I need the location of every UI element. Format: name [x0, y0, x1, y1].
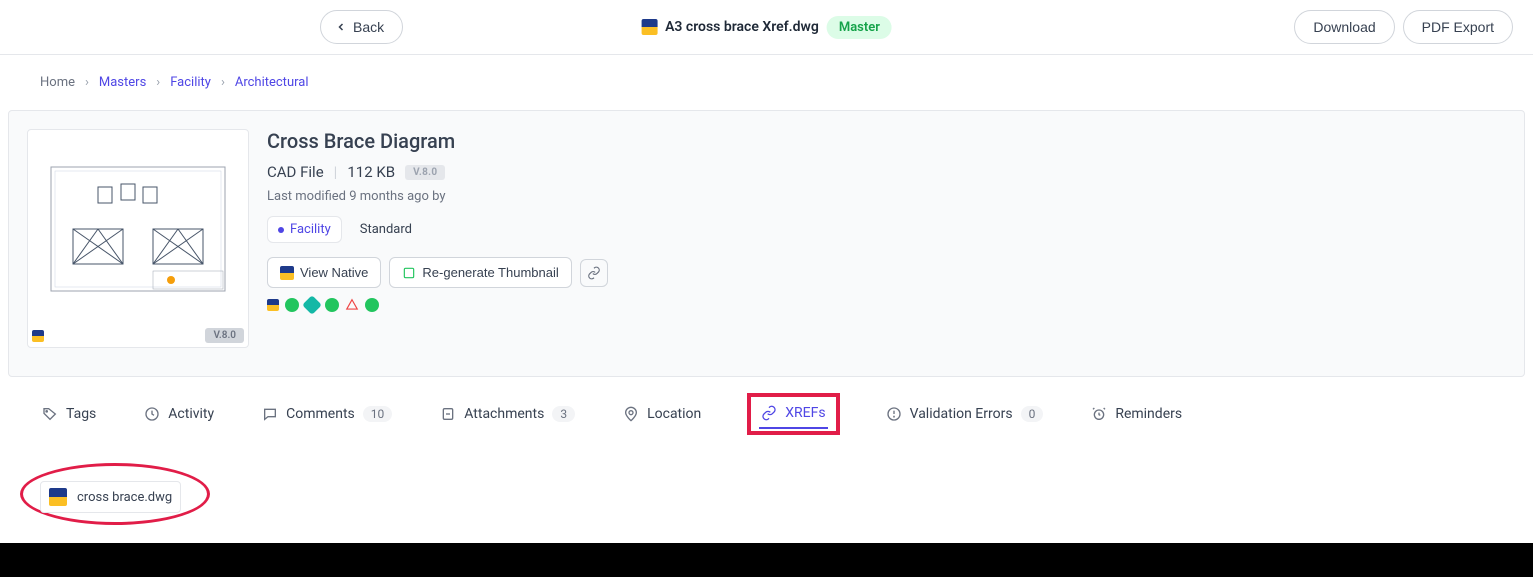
download-button[interactable]: Download [1294, 10, 1394, 44]
attachments-count: 3 [552, 406, 575, 422]
tab-xrefs[interactable]: XREFs [759, 399, 827, 429]
tab-validation-label: Validation Errors [910, 406, 1013, 422]
master-badge: Master [827, 16, 892, 39]
xref-area: cross brace.dwg [0, 441, 1533, 523]
attachment-icon [440, 406, 456, 422]
status-icons [267, 298, 608, 312]
detail-card: V.8.0 Cross Brace Diagram CAD File | 112… [8, 110, 1525, 377]
comments-count: 10 [363, 406, 393, 422]
status-check-icon [325, 298, 339, 312]
link-icon [587, 266, 601, 280]
thumbnail-footer: V.8.0 [32, 328, 244, 343]
tab-reminders-label: Reminders [1115, 406, 1182, 422]
thumb-version-badge: V.8.0 [205, 328, 244, 343]
title-center: A3 cross brace Xref.dwg Master [641, 16, 892, 39]
tab-location-label: Location [647, 406, 701, 422]
xref-item[interactable]: cross brace.dwg [40, 481, 181, 513]
tab-xrefs-label: XREFs [785, 405, 825, 421]
breadcrumb: Home › Masters › Facility › Architectura… [0, 55, 1533, 110]
chevron-right-icon: › [85, 75, 89, 90]
location-icon [623, 406, 639, 422]
meta-row: CAD File | 112 KB V.8.0 [267, 163, 608, 181]
tab-validation[interactable]: Validation Errors 0 [884, 400, 1046, 428]
last-modified: Last modified 9 months ago by [267, 189, 608, 204]
view-native-button[interactable]: View Native [267, 257, 381, 288]
breadcrumb-masters[interactable]: Masters [99, 75, 146, 90]
black-strip [0, 543, 1533, 577]
thumbnail-image[interactable] [32, 134, 244, 324]
validation-count: 0 [1021, 406, 1044, 422]
regenerate-thumbnail-button[interactable]: Re-generate Thumbnail [389, 257, 571, 288]
pdf-export-button[interactable]: PDF Export [1403, 10, 1513, 44]
breadcrumb-home[interactable]: Home [40, 75, 75, 90]
chevron-right-icon: › [221, 75, 225, 90]
dwg-file-icon [641, 19, 657, 35]
breadcrumb-facility[interactable]: Facility [170, 75, 211, 90]
dwg-file-icon [49, 488, 67, 506]
tab-activity-label: Activity [168, 406, 214, 422]
tab-tags-label: Tags [66, 406, 96, 422]
alarm-icon [1091, 406, 1107, 422]
right-actions: Download PDF Export [1294, 10, 1513, 44]
view-native-label: View Native [300, 265, 368, 280]
page-filename: A3 cross brace Xref.dwg [665, 19, 819, 35]
clock-icon [144, 406, 160, 422]
thumbnail-wrapper: V.8.0 [27, 129, 249, 348]
cad-drawing-icon [43, 159, 233, 299]
file-title: Cross Brace Diagram [267, 129, 608, 153]
status-check-icon [365, 298, 379, 312]
file-type: CAD File [267, 163, 324, 181]
breadcrumb-architectural[interactable]: Architectural [235, 75, 309, 90]
regen-label: Re-generate Thumbnail [422, 265, 558, 280]
chip-standard: Standard [350, 216, 422, 243]
tabs: Tags Activity Comments 10 Attachments 3 … [0, 377, 1533, 441]
status-diamond-icon [302, 295, 322, 315]
tab-activity[interactable]: Activity [142, 400, 216, 428]
back-button[interactable]: Back [320, 10, 403, 44]
chip-row: Facility Standard [267, 216, 608, 243]
comment-icon [262, 406, 278, 422]
status-check-icon [285, 298, 299, 312]
dwg-file-icon [267, 299, 279, 311]
dwg-file-icon [32, 330, 44, 342]
tab-attachments-label: Attachments [464, 406, 544, 422]
link-icon [761, 405, 777, 421]
separator: | [334, 163, 338, 181]
tab-reminders[interactable]: Reminders [1089, 400, 1184, 428]
xref-filename: cross brace.dwg [77, 490, 172, 505]
dwg-file-icon [280, 266, 294, 280]
tab-tags[interactable]: Tags [40, 400, 98, 428]
tab-comments-label: Comments [286, 406, 355, 422]
tab-location[interactable]: Location [621, 400, 703, 428]
copy-link-button[interactable] [580, 259, 608, 287]
chevron-left-icon [335, 21, 347, 33]
chevron-right-icon: › [156, 75, 160, 90]
xrefs-highlight: XREFs [747, 393, 839, 435]
tab-attachments[interactable]: Attachments 3 [438, 400, 577, 428]
file-size: 112 KB [347, 163, 395, 181]
action-row: View Native Re-generate Thumbnail [267, 257, 608, 288]
back-label: Back [353, 19, 384, 35]
chip-facility[interactable]: Facility [267, 216, 342, 243]
topbar: Back A3 cross brace Xref.dwg Master Down… [0, 0, 1533, 55]
tag-icon [42, 406, 58, 422]
refresh-icon [402, 266, 416, 280]
version-badge: V.8.0 [405, 165, 445, 180]
tab-comments[interactable]: Comments 10 [260, 400, 394, 428]
meta-panel: Cross Brace Diagram CAD File | 112 KB V.… [267, 129, 608, 348]
status-warning-icon [345, 298, 359, 312]
alert-icon [886, 406, 902, 422]
